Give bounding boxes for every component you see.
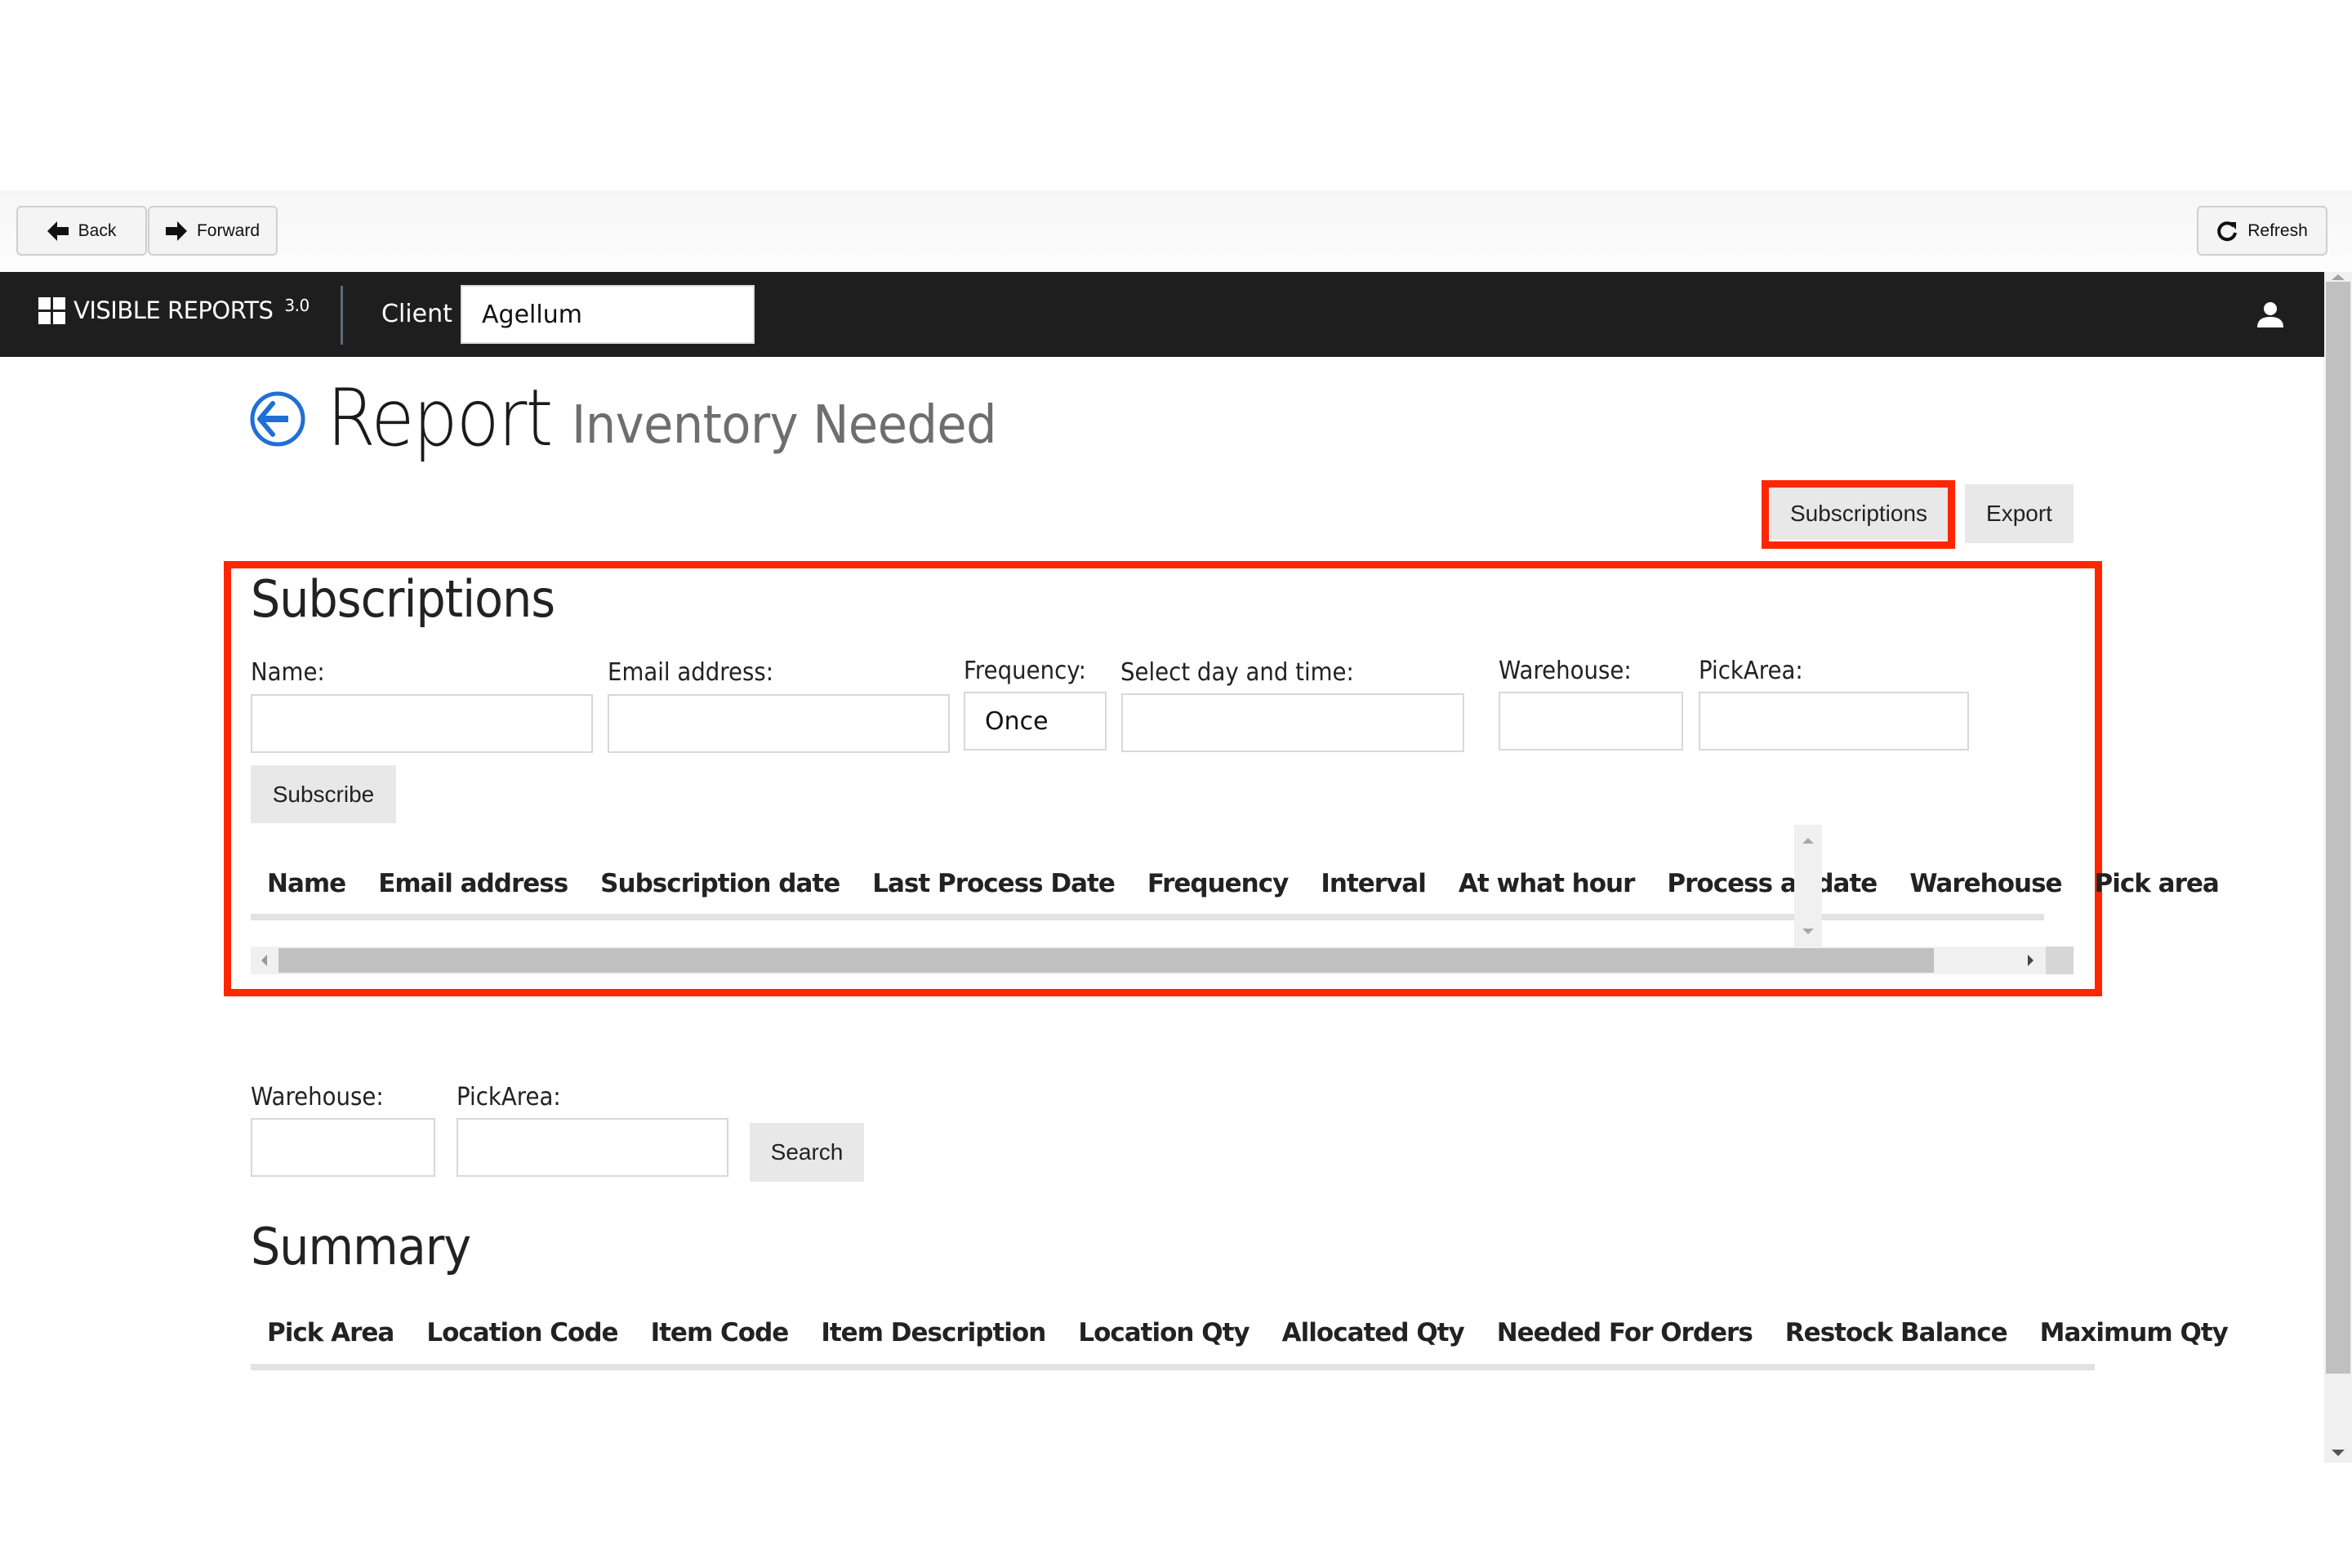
sub-warehouse-input[interactable] <box>1499 692 1683 751</box>
pickarea-label: PickArea: <box>457 1083 561 1111</box>
column-header[interactable]: Needed For Orders <box>1481 1318 1769 1348</box>
back-label: Back <box>78 220 117 240</box>
forward-label: Forward <box>196 220 261 240</box>
frequency-select[interactable]: Once <box>964 692 1107 751</box>
column-header[interactable]: Pick area <box>2078 869 2235 898</box>
subscriptions-title: Subscriptions <box>251 569 555 629</box>
sub-pickarea-label: PickArea: <box>1699 657 1803 685</box>
column-header[interactable]: Name <box>251 869 362 898</box>
client-label: Client <box>381 300 452 328</box>
nav-divider <box>341 286 343 345</box>
page-scrollbar[interactable] <box>2324 272 2352 1463</box>
refresh-label: Refresh <box>2247 220 2308 240</box>
column-header[interactable]: Subscription date <box>584 869 856 898</box>
name-label: Name: <box>251 658 325 687</box>
back-button[interactable]: Back <box>16 206 147 256</box>
subscriptions-table-rule <box>251 914 2044 920</box>
brand-name: VISIBLE REPORTS <box>74 296 274 324</box>
column-header[interactable]: Email address <box>362 869 584 898</box>
refresh-icon <box>2217 220 2238 241</box>
pickarea-input[interactable] <box>457 1118 728 1177</box>
daytime-input[interactable] <box>1121 693 1464 752</box>
browser-toolbar: Back Forward Refresh <box>0 190 2352 272</box>
sub-warehouse-label: Warehouse: <box>1499 657 1632 685</box>
scroll-left-arrow-icon[interactable] <box>261 955 267 966</box>
scroll-up-arrow-icon[interactable] <box>1802 838 1814 844</box>
column-header[interactable]: Restock Balance <box>1769 1318 2024 1348</box>
column-header[interactable]: Allocated Qty <box>1266 1318 1481 1348</box>
warehouse-label: Warehouse: <box>251 1083 384 1111</box>
back-circle-icon[interactable] <box>249 390 306 448</box>
arrow-right-icon <box>165 220 187 241</box>
email-label: Email address: <box>608 658 774 687</box>
grid-logo-icon <box>38 296 65 324</box>
column-header[interactable]: Item Description <box>804 1318 1062 1348</box>
page-scrollbar-thumb[interactable] <box>2326 282 2350 1374</box>
brand[interactable]: VISIBLE REPORTS 3.0 <box>38 296 310 324</box>
page-title: Report <box>327 372 553 464</box>
name-input[interactable] <box>251 694 593 753</box>
scroll-down-arrow-icon[interactable] <box>1802 929 1814 934</box>
column-header[interactable]: Interval <box>1304 869 1442 898</box>
sub-pickarea-input[interactable] <box>1699 692 1969 751</box>
refresh-button[interactable]: Refresh <box>2197 206 2328 256</box>
daytime-label: Select day and time: <box>1120 658 1354 687</box>
column-header[interactable]: Last Process Date <box>856 869 1131 898</box>
search-button[interactable]: Search <box>750 1123 864 1182</box>
report-name: Inventory Needed <box>572 395 997 456</box>
column-header[interactable]: Location Qty <box>1062 1318 1265 1348</box>
client-select[interactable]: Agellum <box>461 285 755 344</box>
scrollbar-corner <box>2046 947 2074 974</box>
column-header[interactable]: Pick Area <box>251 1318 410 1348</box>
column-header[interactable]: Frequency <box>1131 869 1304 898</box>
scroll-up-arrow-icon[interactable] <box>2332 274 2345 280</box>
column-header[interactable]: Warehouse <box>1893 869 2078 898</box>
subscriptions-table-hscrollbar[interactable] <box>251 947 2074 974</box>
frequency-label: Frequency: <box>964 657 1086 685</box>
brand-version: 3.0 <box>284 296 310 315</box>
subscriptions-button[interactable]: Subscriptions <box>1770 488 1948 540</box>
summary-title: Summary <box>251 1217 471 1276</box>
scroll-down-arrow-icon[interactable] <box>2332 1450 2345 1456</box>
summary-table-header: Pick Area Location Code Item Code Item D… <box>251 1308 2244 1357</box>
arrow-left-icon <box>47 220 69 241</box>
column-header[interactable]: At what hour <box>1442 869 1651 898</box>
scroll-right-arrow-icon[interactable] <box>2028 955 2034 966</box>
email-input[interactable] <box>608 694 950 753</box>
column-header[interactable]: Location Code <box>410 1318 634 1348</box>
column-header[interactable]: Process at date <box>1650 869 1893 898</box>
column-header[interactable]: Maximum Qty <box>2024 1318 2244 1348</box>
forward-button[interactable]: Forward <box>148 206 278 256</box>
hscrollbar-thumb[interactable] <box>278 948 1934 973</box>
warehouse-input[interactable] <box>251 1118 435 1177</box>
app-navbar: VISIBLE REPORTS 3.0 Client Agellum <box>0 272 2324 357</box>
subscriptions-table-vscrollbar[interactable] <box>1794 825 1822 947</box>
summary-table-rule <box>251 1364 2095 1370</box>
export-button[interactable]: Export <box>1965 484 2074 543</box>
subscribe-button[interactable]: Subscribe <box>251 765 396 823</box>
column-header[interactable]: Item Code <box>635 1318 805 1348</box>
user-icon[interactable] <box>2256 301 2284 327</box>
subscriptions-table-header: Name Email address Subscription date Las… <box>251 859 2235 908</box>
